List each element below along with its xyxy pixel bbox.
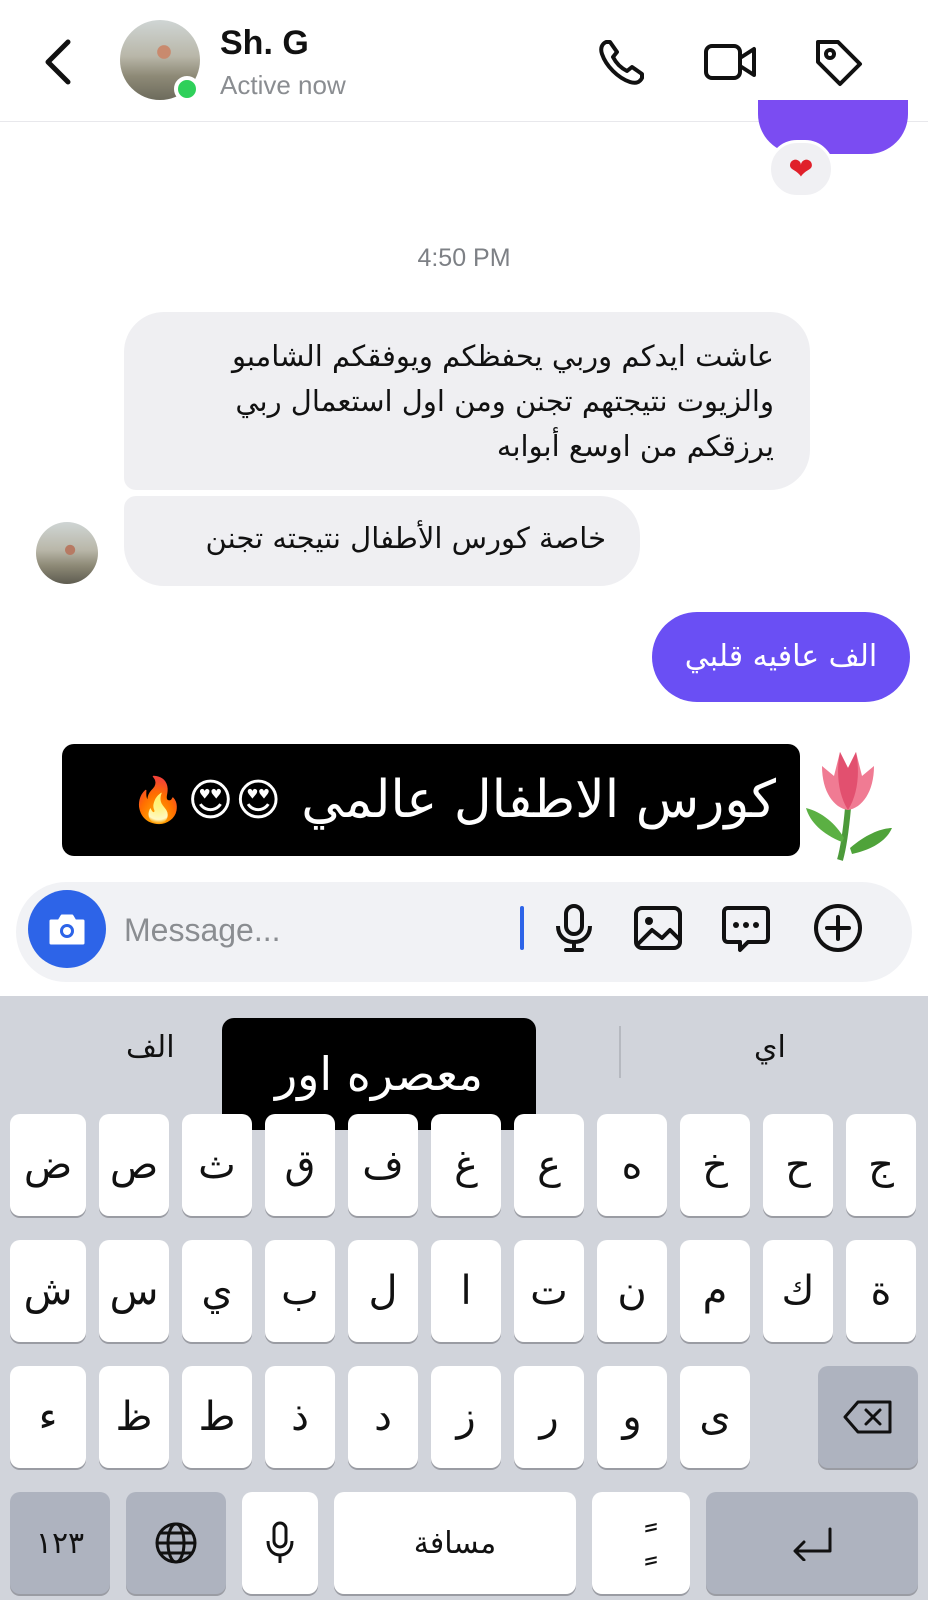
contact-name[interactable]: Sh. G	[220, 24, 309, 63]
video-icon[interactable]	[702, 34, 758, 90]
dictation-key[interactable]	[242, 1492, 318, 1594]
key[interactable]: ت	[514, 1240, 584, 1342]
contact-status: Active now	[220, 70, 346, 100]
suggestion-left[interactable]: الف	[126, 1030, 175, 1065]
key[interactable]: ح	[763, 1114, 833, 1216]
globe-icon	[155, 1522, 197, 1564]
key[interactable]: ز	[431, 1366, 501, 1468]
heart-reaction[interactable]: ❤	[768, 140, 834, 198]
sender-avatar[interactable]	[36, 522, 98, 584]
caption-text: كورس الاطفال عالمي	[301, 770, 776, 830]
tulip-icon	[806, 752, 892, 861]
key[interactable]: غ	[431, 1114, 501, 1216]
return-arrow-icon	[793, 1527, 832, 1561]
online-indicator	[174, 76, 200, 102]
key[interactable]: ض	[10, 1114, 86, 1216]
key[interactable]: ش	[10, 1240, 86, 1342]
key[interactable]: ى	[680, 1366, 750, 1468]
key[interactable]: د	[348, 1366, 418, 1468]
key[interactable]: ب	[265, 1240, 335, 1342]
incoming-message[interactable]: خاصة كورس الأطفال نتيجته تجنن	[124, 496, 640, 586]
key[interactable]: خ	[680, 1114, 750, 1216]
key[interactable]: ر	[514, 1366, 584, 1468]
key[interactable]: ث	[182, 1114, 252, 1216]
key[interactable]: ج	[846, 1114, 916, 1216]
key[interactable]: ص	[99, 1114, 169, 1216]
caption-emoji: 😍😍🔥	[130, 775, 284, 826]
add-plus-icon[interactable]	[810, 900, 866, 956]
key[interactable]: ذ	[265, 1366, 335, 1468]
phone-icon[interactable]	[594, 34, 650, 90]
text-cursor	[520, 906, 524, 950]
incoming-message[interactable]: عاشت ايدكم وربي يحفظكم ويوفقكم الشامبو و…	[124, 312, 810, 490]
message-timestamp: 4:50 PM	[417, 244, 511, 272]
key[interactable]: ك	[763, 1240, 833, 1342]
key[interactable]: ق	[265, 1114, 335, 1216]
suggestion-right[interactable]: اي	[754, 1030, 786, 1065]
key[interactable]: ط	[182, 1366, 252, 1468]
tag-icon[interactable]	[810, 34, 866, 90]
chevron-left-icon[interactable]	[40, 38, 80, 86]
image-gallery-icon[interactable]	[630, 900, 686, 956]
suggestion-divider	[619, 1026, 621, 1078]
key[interactable]: ع	[514, 1114, 584, 1216]
key[interactable]: ي	[182, 1240, 252, 1342]
key[interactable]: ف	[348, 1114, 418, 1216]
key[interactable]: ن	[597, 1240, 667, 1342]
key[interactable]: م	[680, 1240, 750, 1342]
key[interactable]: ة	[846, 1240, 916, 1342]
numbers-key[interactable]: ١٢٣	[10, 1492, 110, 1594]
key[interactable]: ظ	[99, 1366, 169, 1468]
key[interactable]: ه	[597, 1114, 667, 1216]
camera-icon	[49, 914, 85, 945]
key[interactable]: ء	[10, 1366, 86, 1468]
diacritic-key[interactable]: ًٍ	[592, 1492, 690, 1594]
microphone-icon[interactable]	[546, 900, 602, 956]
key[interactable]: ل	[348, 1240, 418, 1342]
space-key[interactable]: مسافة	[334, 1492, 576, 1594]
chat-bubble-icon[interactable]	[718, 900, 774, 956]
backspace-key[interactable]	[818, 1366, 918, 1468]
microphone-icon	[266, 1521, 294, 1563]
story-caption: كورس الاطفال عالمي 😍😍🔥	[62, 744, 800, 856]
return-key[interactable]	[706, 1492, 918, 1594]
key[interactable]: س	[99, 1240, 169, 1342]
outgoing-message[interactable]: الف عافيه قلبي	[652, 612, 910, 702]
key[interactable]: ا	[431, 1240, 501, 1342]
backspace-icon	[843, 1400, 892, 1434]
camera-button[interactable]	[28, 890, 106, 968]
globe-key[interactable]	[126, 1492, 226, 1594]
message-input[interactable]	[124, 900, 504, 960]
key[interactable]: و	[597, 1366, 667, 1468]
